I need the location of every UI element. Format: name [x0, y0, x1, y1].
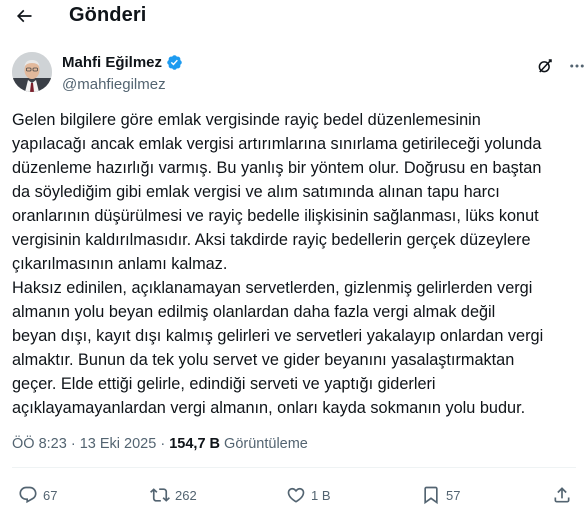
bookmark-button[interactable]: 57 — [421, 482, 460, 508]
repost-button[interactable]: 262 — [150, 482, 197, 508]
like-count: 1 B — [311, 487, 331, 503]
tweet-line: almaktır. Bunun da tek yolu servet ve gi… — [12, 351, 515, 369]
page-title: Gönderi — [69, 4, 147, 26]
display-name[interactable]: Mahfi Eğilmez — [62, 54, 162, 71]
back-button[interactable] — [10, 3, 38, 29]
repost-icon — [150, 488, 170, 502]
tweet-date[interactable]: 13 Eki 2025 — [80, 436, 157, 452]
bookmark-count: 57 — [446, 487, 461, 503]
reply-count: 67 — [43, 487, 58, 503]
more-button[interactable] — [566, 55, 588, 77]
like-button[interactable]: 1 B — [286, 482, 331, 508]
tweet-line: açıklayamayanlardan vergi almanın, onlar… — [12, 399, 526, 417]
tweet-line: yapılacağı ancak emlak vergisi artırımla… — [12, 135, 542, 153]
repost-count: 262 — [175, 487, 197, 503]
tweet-line: da söylediğim gibi emlak vergisi ve alım… — [12, 183, 500, 201]
action-bar: 67 262 1 B 57 — [0, 482, 588, 508]
divider — [12, 467, 576, 468]
views-label: Görüntüleme — [224, 436, 308, 452]
avatar[interactable] — [12, 52, 52, 92]
more-dots-icon — [570, 64, 584, 68]
tweet-line: çıkarılmasının anlamı kalmaz. — [12, 255, 228, 273]
grok-icon — [538, 59, 552, 73]
meta-separator: · — [70, 436, 76, 452]
tweet-line: oranlarının düşürülmesi ve rayiç bedelle… — [12, 207, 539, 225]
meta-separator: · — [160, 436, 166, 452]
reply-icon — [19, 486, 37, 504]
handle[interactable]: @mahfiegilmez — [62, 76, 166, 93]
tweet-line: düzenleme hazırlığı varmış. Bu yanlış bi… — [12, 159, 542, 177]
grok-button[interactable] — [534, 55, 556, 77]
name-row: Mahfi Eğilmez — [62, 54, 183, 71]
verified-badge-icon[interactable] — [166, 54, 183, 71]
top-bar: Gönderi — [0, 0, 588, 34]
arrow-left-icon — [16, 9, 32, 23]
tweet-author: Mahfi Eğilmez @mahfiegilmez — [12, 52, 588, 96]
tweet-time[interactable]: ÖÖ 8:23 — [12, 436, 67, 452]
tweet-meta: ÖÖ 8:23 · 13 Eki 2025 · 154,7 B Görüntül… — [12, 436, 308, 452]
share-icon — [554, 487, 570, 503]
avatar-image — [12, 52, 52, 92]
tweet-line: vergisinin kaldırılmasıdır. Aksi takdird… — [12, 231, 531, 249]
views-count: 154,7 B — [169, 436, 221, 452]
heart-icon — [287, 487, 305, 503]
bookmark-icon — [424, 486, 438, 505]
share-button[interactable] — [552, 482, 572, 508]
tweet-line: beyan dışı, kayıt dışı kalmış gelirleri … — [12, 327, 544, 345]
reply-button[interactable]: 67 — [18, 482, 57, 508]
tweet-line: geçer. Elde ettiği gelirle, edindiği ser… — [12, 375, 436, 393]
tweet-line: Gelen bilgilere göre emlak vergisinde ra… — [12, 111, 481, 129]
tweet-line: Haksız edinilen, açıklanamayan servetler… — [12, 279, 533, 297]
tweet-text: Gelen bilgilere göre emlak vergisinde ra… — [12, 108, 584, 420]
tweet-line: almanın yolu beyan edilmiş olanlardan da… — [12, 303, 496, 321]
